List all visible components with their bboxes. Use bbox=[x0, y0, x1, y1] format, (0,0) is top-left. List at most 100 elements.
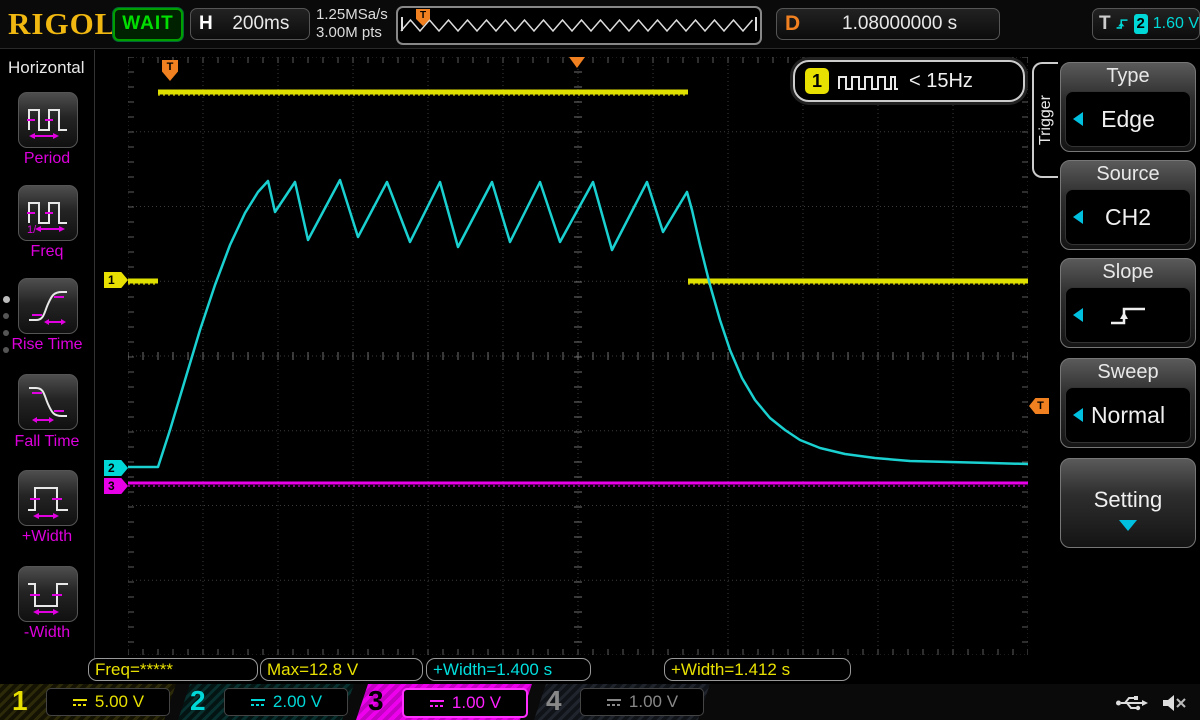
trigger-source-button[interactable]: Source CH2 bbox=[1060, 160, 1196, 250]
fall-time-label: Fall Time bbox=[0, 433, 94, 451]
slope-header: Slope bbox=[1061, 261, 1195, 284]
trigger-type-button[interactable]: Type Edge bbox=[1060, 62, 1196, 152]
trigger-type-value: Edge bbox=[1101, 106, 1155, 133]
menu-page-dot bbox=[3, 296, 10, 303]
graticule bbox=[128, 57, 1028, 655]
measure-pwidth-button[interactable] bbox=[18, 470, 78, 526]
delay-box[interactable]: D 1.08000000 s bbox=[776, 8, 1000, 40]
channel-2-block[interactable]: 2 2.00 V bbox=[178, 684, 354, 720]
waveform-preview[interactable]: T bbox=[396, 6, 762, 45]
channel-3-block[interactable]: 3 1.00 V bbox=[356, 684, 532, 720]
freq-icon: 1/ bbox=[26, 192, 70, 234]
channel-1-scale: 5.00 V bbox=[95, 692, 144, 712]
d-label: D bbox=[785, 12, 800, 36]
channel-1-number: 1 bbox=[12, 685, 28, 717]
preview-window-left bbox=[401, 17, 403, 31]
rigol-logo: RIGOL bbox=[8, 6, 116, 42]
channel-1-block[interactable]: 1 5.00 V bbox=[0, 684, 176, 720]
measure-freq-button[interactable]: 1/ bbox=[18, 185, 78, 241]
trigger-level-value: 1.60 V bbox=[1153, 15, 1199, 33]
menu-page-dot bbox=[3, 313, 9, 319]
measure-period-button[interactable] bbox=[18, 92, 78, 148]
trigger-level-marker[interactable]: T bbox=[1029, 398, 1049, 414]
trigger-source-value: CH2 bbox=[1105, 204, 1151, 231]
dc-coupling-icon bbox=[429, 698, 445, 708]
trigger-sweep-button[interactable]: Sweep Normal bbox=[1060, 358, 1196, 448]
period-label: Period bbox=[0, 150, 94, 168]
trigger-menu-tab: Trigger bbox=[1032, 62, 1058, 178]
t-label: T bbox=[1099, 13, 1111, 35]
measurement-pwidth-ch1[interactable]: +Width=1.412 s bbox=[664, 658, 851, 681]
source-header: Source bbox=[1061, 163, 1195, 186]
screen-center-marker[interactable] bbox=[569, 57, 585, 68]
counter-channel-badge: 1 bbox=[805, 68, 829, 94]
fall-time-icon bbox=[26, 381, 70, 423]
speaker-muted-icon bbox=[1161, 692, 1187, 714]
square-wave-icon bbox=[837, 69, 899, 93]
ch3-position-tag[interactable]: 3 bbox=[104, 478, 128, 494]
menu-page-dot bbox=[3, 347, 9, 353]
oscilloscope-screen: RIGOL WAIT H 200ms 1.25MSa/s 3.00M pts T… bbox=[0, 0, 1200, 720]
trigger-slope-button[interactable]: Slope bbox=[1060, 258, 1196, 348]
plus-width-label: +Width bbox=[0, 528, 94, 546]
measure-nwidth-button[interactable] bbox=[18, 566, 78, 622]
ch2-position-tag[interactable]: 2 bbox=[104, 460, 128, 476]
channel-4-number: 4 bbox=[546, 685, 562, 717]
plus-width-icon bbox=[26, 477, 70, 519]
rising-edge-icon bbox=[1115, 14, 1129, 34]
channel-2-scale: 2.00 V bbox=[273, 692, 322, 712]
trigger-setting-button[interactable]: Setting bbox=[1060, 458, 1196, 548]
menu-page-dot bbox=[3, 330, 9, 336]
left-arrow-icon bbox=[1073, 112, 1083, 126]
channel-2-number: 2 bbox=[190, 685, 206, 717]
measure-fall-time-button[interactable] bbox=[18, 374, 78, 430]
trace-ch2 bbox=[128, 180, 1028, 467]
freq-label: Freq bbox=[0, 243, 94, 261]
measurement-freq[interactable]: Freq=***** bbox=[88, 658, 258, 681]
sample-rate-block: 1.25MSa/s 3.00M pts bbox=[316, 6, 388, 42]
sample-rate: 1.25MSa/s bbox=[316, 6, 388, 24]
left-arrow-icon bbox=[1073, 308, 1083, 322]
channel-3-number: 3 bbox=[368, 685, 384, 717]
channel-3-scale: 1.00 V bbox=[452, 693, 501, 713]
left-arrow-icon bbox=[1073, 210, 1083, 224]
counter-frequency-value: < 15Hz bbox=[909, 70, 973, 93]
dc-coupling-icon bbox=[606, 697, 622, 707]
frequency-counter-popup: 1 < 15Hz bbox=[793, 60, 1025, 102]
type-header: Type bbox=[1061, 65, 1195, 88]
measure-rise-time-button[interactable] bbox=[18, 278, 78, 334]
horizontal-measure-menu: Horizontal Period 1/ Freq bbox=[0, 50, 95, 680]
dc-coupling-icon bbox=[250, 697, 266, 707]
trigger-status-box[interactable]: T 2 1.60 V bbox=[1092, 8, 1200, 40]
trigger-sweep-value: Normal bbox=[1091, 402, 1165, 429]
measurement-max[interactable]: Max=12.8 V bbox=[260, 658, 423, 681]
usb-device-icon bbox=[1115, 693, 1149, 713]
memory-depth: 3.00M pts bbox=[316, 24, 388, 42]
delay-value: 1.08000000 s bbox=[800, 13, 999, 35]
timebase-value: 200ms bbox=[213, 13, 309, 35]
trigger-tab-label: Trigger bbox=[1037, 95, 1055, 145]
ch1-position-tag[interactable]: 1 bbox=[104, 272, 128, 288]
left-menu-title: Horizontal bbox=[8, 58, 85, 78]
trigger-source-badge: 2 bbox=[1134, 14, 1148, 34]
down-arrow-icon bbox=[1119, 520, 1137, 531]
setting-header: Setting bbox=[1061, 487, 1195, 513]
top-status-bar: RIGOL WAIT H 200ms 1.25MSa/s 3.00M pts T… bbox=[0, 0, 1200, 49]
minus-width-label: -Width bbox=[0, 624, 94, 642]
rising-edge-icon bbox=[1105, 300, 1151, 330]
channel-status-bar: 1 5.00 V 2 2.00 V 3 bbox=[0, 684, 1200, 720]
left-arrow-icon bbox=[1073, 408, 1083, 422]
measurement-pwidth-ch2[interactable]: +Width=1.400 s bbox=[426, 658, 591, 681]
dc-coupling-icon bbox=[72, 697, 88, 707]
minus-width-icon bbox=[26, 573, 70, 615]
sweep-header: Sweep bbox=[1061, 361, 1195, 384]
period-icon bbox=[26, 99, 70, 141]
preview-window-right bbox=[755, 17, 757, 31]
acquisition-status: WAIT bbox=[113, 8, 183, 41]
rise-time-icon bbox=[26, 285, 70, 327]
horizontal-scale-box[interactable]: H 200ms bbox=[190, 8, 310, 40]
preview-wave bbox=[398, 8, 756, 39]
rise-time-label: Rise Time bbox=[0, 336, 94, 354]
channel-4-scale: 1.00 V bbox=[629, 692, 678, 712]
channel-4-block[interactable]: 4 1.00 V bbox=[534, 684, 710, 720]
